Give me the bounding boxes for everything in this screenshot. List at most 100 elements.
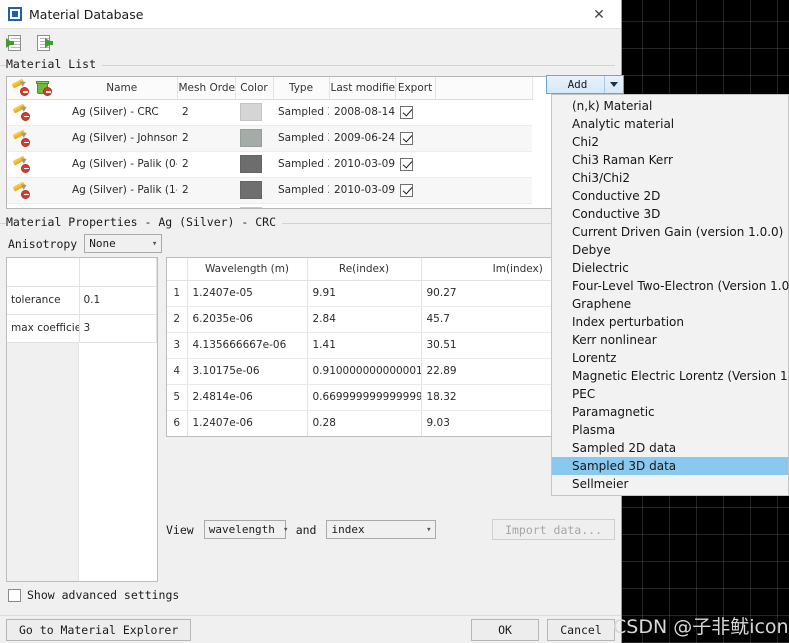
cell-re-index[interactable]: 0.669999999999999 (307, 384, 422, 411)
export-checkbox[interactable] (400, 105, 413, 119)
menu-item[interactable]: Graphene (552, 295, 788, 313)
menu-item[interactable]: Chi3/Chi2 (552, 169, 788, 187)
column-header-color[interactable]: Color (235, 77, 274, 100)
menu-item[interactable]: Conductive 2D (552, 187, 788, 205)
add-material-menu[interactable]: (n,k) Material Analytic material Chi2 Chi3 … (551, 94, 789, 496)
cell-color[interactable] (235, 99, 273, 126)
export-checkbox[interactable] (400, 183, 413, 197)
cell-wavelength[interactable]: 1.2407e-05 (187, 280, 308, 307)
table-row[interactable] (7, 203, 532, 208)
cell-wavelength[interactable]: 4.135666667e-06 (187, 332, 308, 359)
cell-color[interactable] (235, 203, 273, 208)
cell-export[interactable] (395, 203, 435, 208)
edit-material-icon[interactable] (12, 128, 30, 147)
table-row[interactable]: 4 3.10175e-06 0.910000000000001 22.89 (167, 358, 614, 385)
cell-re-index[interactable]: 9.91 (307, 280, 422, 307)
column-header-name[interactable]: Name (67, 77, 178, 100)
menu-item[interactable]: Kerr nonlinear (552, 331, 788, 349)
color-swatch[interactable] (240, 181, 262, 199)
menu-item[interactable]: Chi3 Raman Kerr (552, 151, 788, 169)
row-edit-icon-cell[interactable] (7, 203, 67, 208)
table-row[interactable]: 6 1.2407e-06 0.28 9.03 (167, 410, 614, 436)
table-row[interactable]: Ag (Silver) - Johnson a...2 Sampled 3...2… (7, 125, 532, 152)
menu-item[interactable]: Analytic material (552, 115, 788, 133)
menu-item[interactable]: Chi2 (552, 133, 788, 151)
row-edit-icon-cell[interactable] (7, 177, 67, 204)
cell-color[interactable] (235, 125, 273, 152)
cell-wavelength[interactable]: 3.10175e-06 (187, 358, 308, 385)
menu-item[interactable]: PEC (552, 385, 788, 403)
table-row[interactable]: 5 2.4814e-06 0.669999999999999 18.32 (167, 384, 614, 411)
show-advanced-settings-label[interactable]: Show advanced settings (27, 588, 179, 602)
anisotropy-select[interactable]: None ▾ (84, 234, 163, 253)
menu-item[interactable]: Lorentz (552, 349, 788, 367)
import-data-button[interactable]: Import data... (492, 519, 615, 540)
show-advanced-settings-checkbox[interactable] (8, 588, 21, 602)
cell-export[interactable] (395, 151, 435, 178)
cell-color[interactable] (235, 177, 273, 204)
material-list-table[interactable]: Name Mesh Order Color Type Last modified… (6, 76, 615, 209)
menu-item[interactable]: Paramagnetic (552, 403, 788, 421)
row-edit-icon-cell[interactable] (7, 99, 67, 126)
color-swatch[interactable] (240, 207, 262, 208)
menu-item[interactable]: Index perturbation (552, 313, 788, 331)
go-to-material-explorer-button[interactable]: Go to Material Explorer (6, 618, 192, 641)
table-row[interactable]: 3 4.135666667e-06 1.41 30.51 (167, 332, 614, 359)
close-icon[interactable]: ✕ (577, 0, 621, 29)
menu-item[interactable]: Four-Level Two-Electron (Version 1.0.0) (552, 277, 789, 295)
cell-wavelength[interactable]: 1.2407e-06 (187, 410, 308, 436)
color-swatch[interactable] (240, 129, 262, 147)
view-x-select[interactable]: wavelength ▾ (203, 520, 288, 539)
export-materials-icon[interactable] (37, 34, 56, 52)
view-y-select[interactable]: index ▾ (326, 520, 437, 539)
edit-material-icon[interactable] (12, 102, 30, 121)
column-header-export[interactable]: Export (395, 77, 436, 100)
delete-disabled-icon[interactable] (36, 80, 53, 97)
cell-export[interactable] (395, 177, 435, 204)
table-row[interactable]: 2 6.2035e-06 2.84 45.7 (167, 306, 614, 333)
cell-export[interactable] (395, 99, 435, 126)
coefficient-row[interactable]: max coefficients3 (7, 314, 157, 343)
cell-re-index[interactable]: 0.28 (307, 410, 422, 436)
ok-button[interactable]: OK (471, 618, 539, 641)
cell-re-index[interactable]: 1.41 (307, 332, 422, 359)
cell-wavelength[interactable]: 6.2035e-06 (187, 306, 308, 333)
edit-disabled-icon[interactable] (11, 78, 29, 97)
menu-item[interactable]: Magnetic Electric Lorentz (Version 1.0.0… (552, 367, 789, 385)
menu-item[interactable]: (n,k) Material (552, 97, 788, 115)
menu-item[interactable]: Sellmeier (552, 475, 788, 493)
row-edit-icon-cell[interactable] (7, 151, 67, 178)
menu-item[interactable]: Current Driven Gain (version 1.0.0) (552, 223, 788, 241)
cell-re-index[interactable]: 0.910000000000001 (307, 358, 422, 385)
table-row[interactable]: Ag (Silver) - CRC2 Sampled 3...2008-08-14… (7, 99, 532, 126)
row-edit-icon-cell[interactable] (7, 125, 67, 152)
cell-wavelength[interactable]: 2.4814e-06 (187, 384, 308, 411)
add-material-button[interactable]: Add (546, 75, 624, 94)
cell-color[interactable] (235, 151, 273, 178)
menu-item[interactable]: Conductive 3D (552, 205, 788, 223)
color-swatch[interactable] (240, 103, 262, 121)
export-checkbox[interactable] (400, 131, 413, 145)
data-column-header-re-index[interactable]: Re(index) (307, 258, 422, 281)
data-column-header-wavelength[interactable]: Wavelength (m) (187, 258, 308, 281)
color-swatch[interactable] (240, 155, 262, 173)
table-row[interactable]: Ag (Silver) - Palik (0-2u...2 Sampled 3..… (7, 151, 532, 178)
cancel-button[interactable]: Cancel (547, 618, 615, 641)
table-row[interactable]: 1 1.2407e-05 9.91 90.27 (167, 280, 614, 307)
cell-re-index[interactable]: 2.84 (307, 306, 422, 333)
coefficient-row[interactable]: tolerance 0.1 (7, 286, 157, 315)
menu-item[interactable]: Sampled 2D data (552, 439, 788, 457)
edit-material-icon[interactable] (12, 154, 30, 173)
import-materials-icon[interactable] (6, 34, 27, 52)
menu-item[interactable]: Sampled 3D data (552, 457, 788, 475)
table-row[interactable]: Ag (Silver) - Palik (1-10...2 Sampled 3..… (7, 177, 532, 204)
edit-material-icon[interactable] (12, 180, 30, 199)
sampled-data-table[interactable]: Wavelength (m) Re(index) Im(index) 1 1.24… (166, 257, 615, 437)
coefficients-table[interactable]: tolerance0.1max coefficients3 (6, 257, 158, 582)
menu-item[interactable]: Debye (552, 241, 788, 259)
coefficient-value[interactable]: 3 (79, 314, 157, 343)
coefficient-value[interactable]: 0.1 (79, 286, 157, 315)
menu-item[interactable]: Dielectric (552, 259, 788, 277)
export-checkbox[interactable] (400, 157, 413, 171)
column-header-mesh-order[interactable]: Mesh Order (177, 77, 236, 100)
